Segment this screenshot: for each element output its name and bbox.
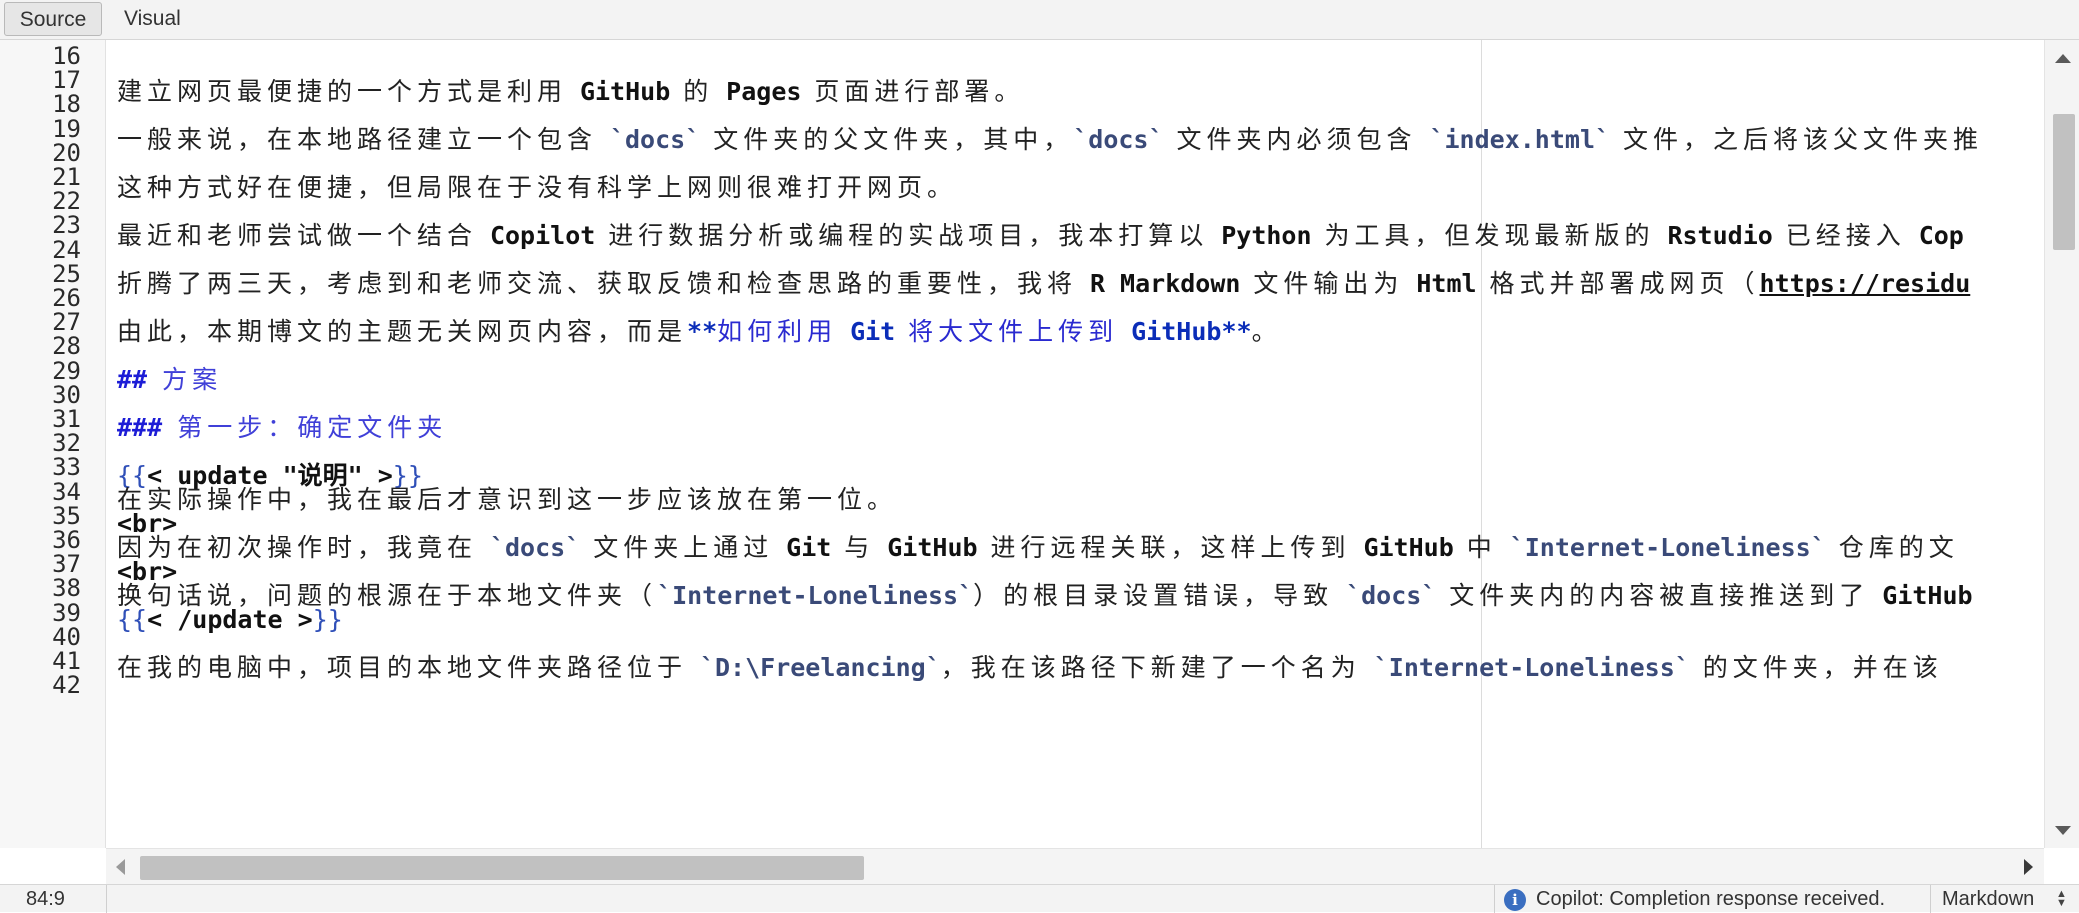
vertical-scrollbar[interactable] — [2044, 40, 2079, 848]
line-number: 40 — [52, 622, 81, 651]
line-number: 16 — [52, 42, 81, 70]
line-number: 19 — [52, 114, 81, 143]
margin-guide — [1481, 40, 1482, 848]
source-mode-button[interactable]: Source — [4, 2, 102, 36]
editor-text-area[interactable]: 建立网页最便捷的一个方式是利用 GitHub 的 Pages 页面进行部署。 一… — [117, 40, 2043, 848]
visual-mode-button[interactable]: Visual — [110, 2, 195, 36]
horizontal-scrollbar[interactable] — [106, 848, 2044, 884]
copilot-status-message: Copilot: Completion response received. — [1536, 888, 1886, 910]
line-number: 41 — [52, 647, 81, 675]
status-divider — [106, 885, 107, 913]
line-number: 25 — [52, 259, 81, 288]
heading-line: ## 方案 — [117, 365, 223, 394]
code-line: 由此，本期博文的主题无关网页内容，而是**如何利用 Git 将大文件上传到 Gi… — [117, 317, 1282, 346]
line-number: 28 — [52, 332, 81, 361]
status-divider — [1494, 885, 1495, 913]
line-number: 35 — [52, 501, 81, 530]
info-icon: i — [1504, 889, 1526, 911]
line-number: 38 — [52, 574, 81, 603]
line-number: 17 — [52, 66, 81, 95]
heading-line: ### 第一步：确定文件夹 — [117, 413, 448, 442]
line-number: 42 — [52, 671, 81, 700]
code-line: 换句话说，问题的根源在于本地文件夹（`Internet-Loneliness`）… — [117, 581, 1973, 610]
line-number: 34 — [52, 477, 81, 506]
status-divider — [1930, 885, 1931, 913]
scroll-up-arrow-icon[interactable] — [2055, 54, 2071, 63]
scroll-left-arrow-icon[interactable] — [116, 859, 125, 875]
line-number: 39 — [52, 598, 81, 627]
status-bar: 84:9 i Copilot: Completion response rece… — [0, 884, 2079, 913]
line-number: 23 — [52, 211, 81, 240]
url-link[interactable]: https://residu — [1760, 269, 1971, 298]
line-number: 24 — [52, 235, 81, 264]
editor-toolbar: Source Visual — [0, 0, 2079, 40]
line-number: 26 — [52, 284, 81, 312]
vertical-scroll-thumb[interactable] — [2053, 114, 2075, 250]
scroll-right-arrow-icon[interactable] — [2024, 859, 2033, 875]
code-line: 最近和老师尝试做一个结合 Copilot 进行数据分析或编程的实战项目，我本打算… — [117, 221, 1964, 250]
line-number: 37 — [52, 550, 81, 579]
line-number: 36 — [52, 526, 81, 554]
line-number: 32 — [52, 429, 81, 458]
line-number: 31 — [52, 405, 81, 433]
code-line: 在我的电脑中，项目的本地文件夹路径位于 `D:\Freelancing`，我在该… — [117, 653, 1943, 682]
line-number: 27 — [52, 308, 81, 337]
horizontal-scroll-thumb[interactable] — [140, 856, 864, 880]
code-line: 折腾了两三天，考虑到和老师交流、获取反馈和检查思路的重要性，我将 R Markd… — [117, 269, 1971, 298]
line-number: 33 — [52, 453, 81, 482]
language-mode-selector[interactable]: Markdown — [1942, 888, 2034, 911]
line-number-gutter: 16 17 18 19 20 21 22 23 24 25 26 27 28 2… — [0, 40, 106, 848]
updown-arrows-icon[interactable]: ▲ ▼ — [2056, 889, 2067, 909]
line-number: 21 — [52, 163, 81, 191]
line-number: 20 — [52, 138, 81, 167]
line-number: 18 — [52, 90, 81, 119]
cursor-position[interactable]: 84:9 — [26, 888, 65, 911]
line-number: 22 — [52, 187, 81, 216]
code-line: 建立网页最便捷的一个方式是利用 GitHub 的 Pages 页面进行部署。 — [117, 77, 1025, 106]
code-line: {{< /update >}} — [117, 605, 343, 634]
code-line: 因为在初次操作时，我竟在 `docs` 文件夹上通过 Git 与 GitHub … — [117, 533, 1959, 562]
scroll-down-arrow-icon[interactable] — [2055, 826, 2071, 835]
code-line: 一般来说，在本地路径建立一个包含 `docs` 文件夹的父文件夹，其中，`doc… — [117, 125, 1984, 154]
code-line: 这种方式好在便捷，但局限在于没有科学上网则很难打开网页。 — [117, 173, 958, 202]
line-number: 30 — [52, 380, 81, 409]
line-number: 29 — [52, 356, 81, 385]
code-line: 在实际操作中，我在最后才意识到这一步应该放在第一位。 — [117, 485, 898, 514]
